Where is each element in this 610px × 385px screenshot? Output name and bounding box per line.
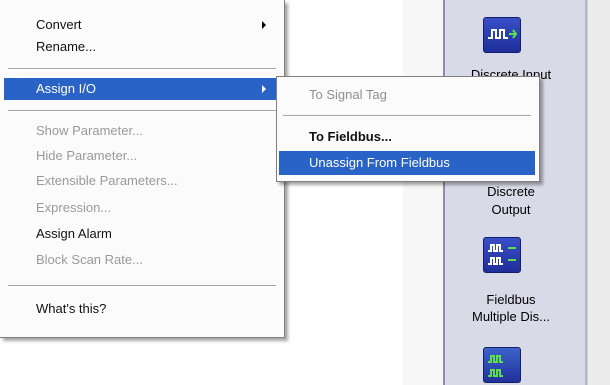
menu-item-label: Block Scan Rate... <box>36 252 143 267</box>
fieldbus-multiple-discrete-icon[interactable] <box>483 237 521 273</box>
assign-io-submenu: To Signal Tag To Fieldbus... Unassign Fr… <box>276 76 540 182</box>
menu-item-expression[interactable]: Expression... <box>4 197 280 219</box>
menu-item-extensible-parameters[interactable]: Extensible Parameters... <box>4 170 280 192</box>
menu-item-label: Convert <box>36 17 82 32</box>
context-menu: Convert Rename... Assign I/O Show Parame… <box>0 0 285 338</box>
menu-item-label: Assign Alarm <box>36 226 112 241</box>
submenu-item-to-fieldbus[interactable]: To Fieldbus... <box>279 125 535 149</box>
submenu-item-label: To Fieldbus... <box>309 129 392 144</box>
menu-item-block-scan-rate[interactable]: Block Scan Rate... <box>4 249 280 271</box>
palette-label-fieldbus-line2: Multiple Dis... <box>471 309 551 324</box>
menu-separator <box>8 68 276 70</box>
workspace-background <box>403 0 443 385</box>
menu-item-assign-io[interactable]: Assign I/O <box>4 78 280 100</box>
palette-label-discrete-output-line2: Output <box>491 202 531 217</box>
menu-item-label: Show Parameter... <box>36 123 143 138</box>
palette-label-fieldbus-line1: Fieldbus <box>486 292 536 307</box>
submenu-item-label: To Signal Tag <box>309 87 387 102</box>
block-palette: Discrete Input Discrete Output Fieldbus … <box>443 0 587 385</box>
palette-label-discrete-output-line1: Discrete <box>487 184 535 199</box>
menu-item-assign-alarm[interactable]: Assign Alarm <box>4 223 280 245</box>
menu-item-convert[interactable]: Convert <box>4 14 280 36</box>
menu-item-label: Rename... <box>36 39 96 54</box>
menu-item-label: What's this? <box>36 301 107 316</box>
menu-item-label: Extensible Parameters... <box>36 173 178 188</box>
submenu-separator <box>283 115 531 117</box>
menu-item-label: Assign I/O <box>36 81 96 96</box>
submenu-item-label: Unassign From Fieldbus <box>309 155 450 170</box>
menu-item-rename[interactable]: Rename... <box>4 36 280 58</box>
submenu-arrow-icon <box>262 85 266 93</box>
submenu-arrow-icon <box>262 21 266 29</box>
submenu-item-unassign-from-fieldbus[interactable]: Unassign From Fieldbus <box>279 151 535 175</box>
menu-item-label: Hide Parameter... <box>36 148 138 163</box>
palette-scrollbar[interactable] <box>587 0 610 385</box>
menu-item-hide-parameter[interactable]: Hide Parameter... <box>4 145 280 167</box>
menu-separator <box>8 110 276 112</box>
menu-item-show-parameter[interactable]: Show Parameter... <box>4 120 280 142</box>
submenu-item-to-signal-tag[interactable]: To Signal Tag <box>279 83 535 107</box>
fieldbus-block-icon[interactable] <box>483 347 521 383</box>
menu-separator <box>8 285 276 287</box>
menu-item-label: Expression... <box>36 200 112 215</box>
discrete-input-icon[interactable] <box>483 17 521 53</box>
menu-item-whats-this[interactable]: What's this? <box>4 298 280 320</box>
